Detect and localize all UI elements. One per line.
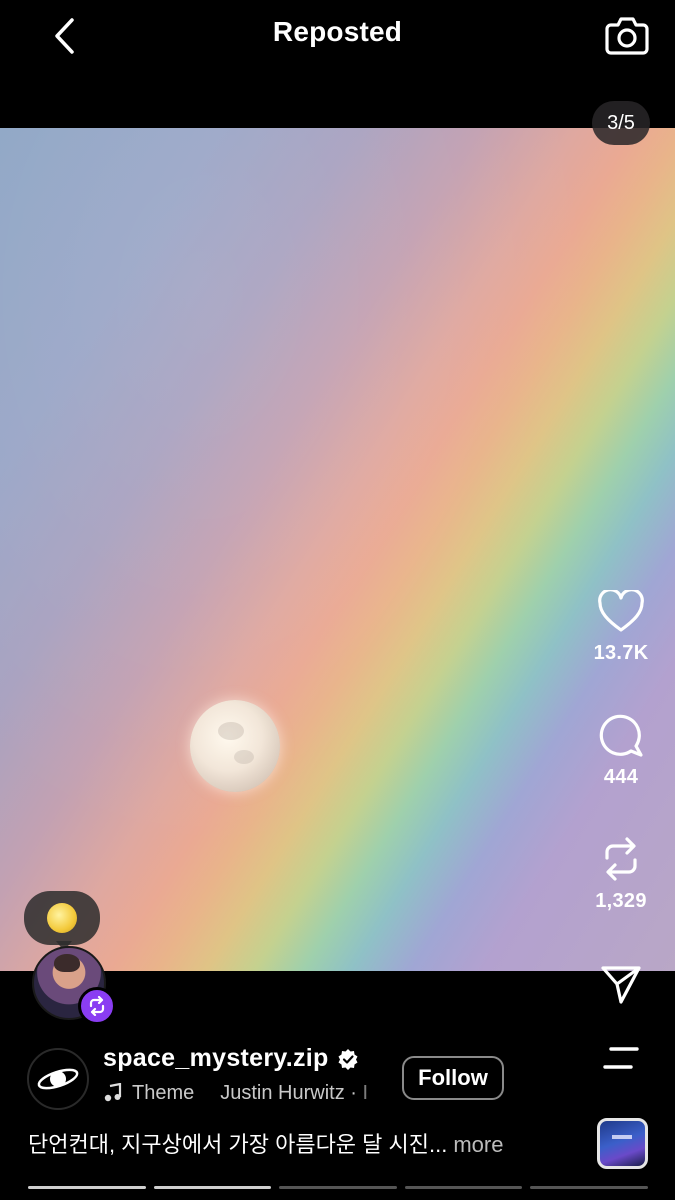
like-button[interactable]: 13.7K: [585, 590, 657, 665]
like-count: 13.7K: [593, 642, 649, 664]
username[interactable]: space_mystery.zip: [103, 1044, 329, 1073]
menu-icon: [603, 1047, 639, 1069]
camera-icon: [605, 17, 649, 55]
owner-avatar[interactable]: [27, 1048, 89, 1110]
camera-button[interactable]: [601, 10, 653, 60]
moon-emoji-icon: [47, 903, 77, 933]
share-button[interactable]: [585, 962, 657, 1006]
send-icon: [601, 966, 641, 1004]
follow-button[interactable]: Follow: [402, 1056, 504, 1100]
caption-text: 단언컨대, 지구상에서 가장 아름다운 달 시진...: [28, 1132, 448, 1157]
comment-button[interactable]: 444: [585, 712, 657, 789]
repost-icon: [605, 837, 637, 881]
music-title: Theme: [132, 1081, 195, 1104]
repost-badge-icon: [89, 996, 105, 1016]
reaction-bubble: [24, 891, 100, 951]
marquee-fade: [354, 1080, 384, 1106]
username-row: space_mystery.zip: [103, 1044, 359, 1073]
verified-badge-icon: [337, 1048, 359, 1070]
top-bar: Reposted: [0, 0, 675, 128]
music-artist: Justin Hurwitz · I: [220, 1081, 369, 1104]
more-link[interactable]: more: [453, 1132, 503, 1157]
repost-count: 1,329: [595, 890, 647, 912]
music-info[interactable]: Theme Justin Hurwitz · I: [104, 1080, 384, 1106]
progress-segment: [28, 1186, 146, 1189]
progress-segment: [530, 1186, 648, 1189]
heart-icon: [598, 590, 644, 632]
post-caption[interactable]: 단언컨대, 지구상에서 가장 아름다운 달 시진... more: [28, 1127, 503, 1159]
comment-icon: [599, 714, 643, 757]
repost-badge: [78, 987, 116, 1025]
music-note-icon: [104, 1083, 122, 1102]
page-title: Reposted: [272, 16, 403, 47]
more-menu-button[interactable]: [585, 1044, 657, 1072]
progress-segment: [404, 1186, 523, 1189]
comment-count: 444: [603, 766, 639, 788]
progress-segment: [279, 1186, 397, 1189]
music-album-thumbnail[interactable]: [597, 1118, 648, 1169]
planet-logo-icon: [37, 1068, 79, 1090]
carousel-progress: [28, 1186, 648, 1189]
carousel-page-indicator: 3/5: [592, 101, 650, 145]
repost-button[interactable]: 1,329: [585, 836, 657, 913]
moon-image: [190, 700, 280, 792]
post-media-image[interactable]: [0, 128, 675, 971]
progress-segment: [153, 1186, 272, 1189]
